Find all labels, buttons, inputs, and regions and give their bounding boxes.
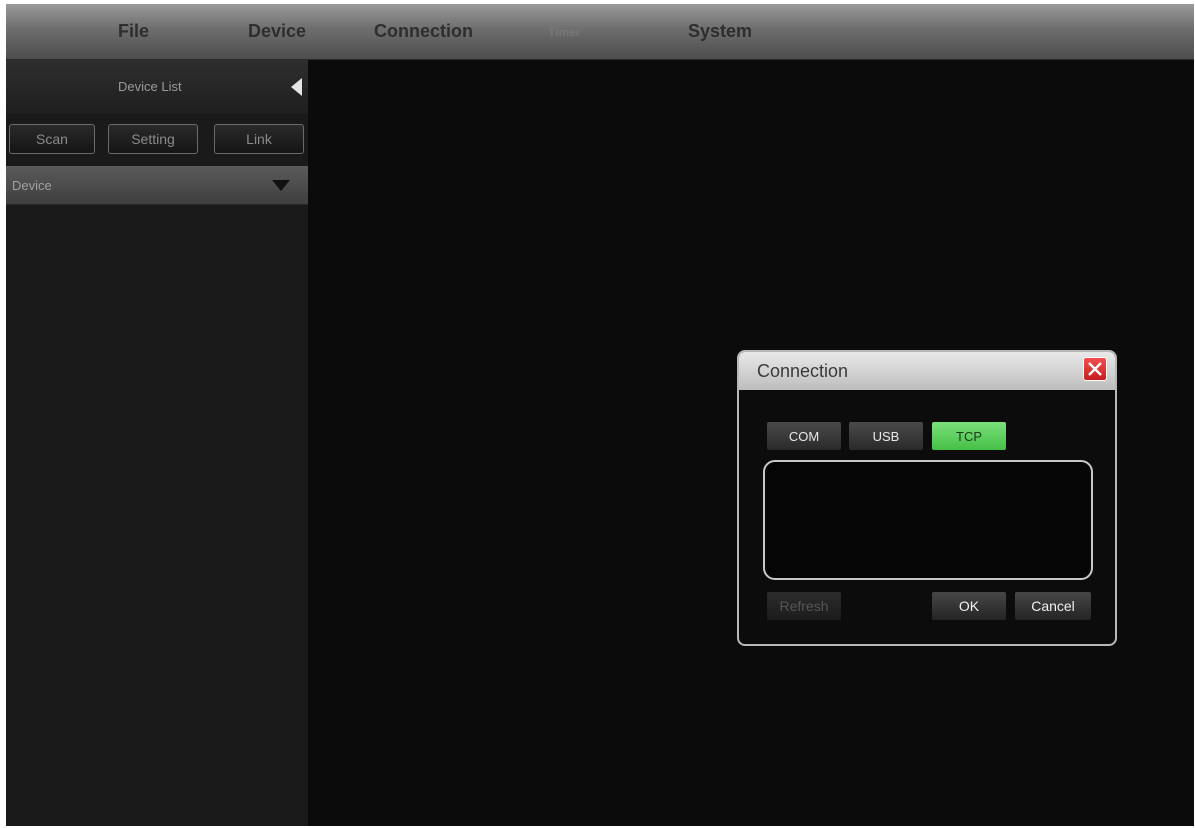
device-group-label: Device	[12, 178, 52, 193]
collapse-panel-icon[interactable]	[291, 78, 302, 96]
close-icon	[1088, 362, 1102, 376]
ok-button[interactable]: OK	[932, 592, 1006, 620]
tab-usb[interactable]: USB	[849, 422, 923, 450]
menu-file[interactable]: File	[118, 21, 149, 42]
connection-device-list[interactable]	[763, 460, 1093, 580]
dialog-title: Connection	[757, 361, 849, 381]
menu-bar: File Device Connection Timer System	[6, 4, 1194, 60]
tab-tcp[interactable]: TCP	[932, 422, 1006, 450]
menu-device[interactable]: Device	[248, 21, 306, 42]
chevron-down-icon[interactable]	[272, 180, 290, 191]
device-list-header: Device List	[6, 60, 308, 114]
refresh-button[interactable]: Refresh	[767, 592, 841, 620]
menu-timer[interactable]: Timer	[548, 25, 580, 39]
link-button[interactable]: Link	[214, 124, 304, 154]
close-button[interactable]	[1083, 357, 1107, 381]
scan-button[interactable]: Scan	[9, 124, 95, 154]
device-group-row[interactable]: Device	[6, 166, 308, 205]
device-list-title: Device List	[118, 79, 182, 94]
menu-system[interactable]: System	[688, 21, 752, 42]
setting-button[interactable]: Setting	[108, 124, 198, 154]
connection-dialog: Connection COM USB TCP Refresh OK Cancel	[737, 350, 1117, 646]
tab-com[interactable]: COM	[767, 422, 841, 450]
dialog-title-bar[interactable]: Connection	[739, 352, 1115, 390]
cancel-button[interactable]: Cancel	[1015, 592, 1091, 620]
app-window: File Device Connection Timer System Devi…	[6, 4, 1194, 826]
menu-connection[interactable]: Connection	[374, 21, 473, 42]
